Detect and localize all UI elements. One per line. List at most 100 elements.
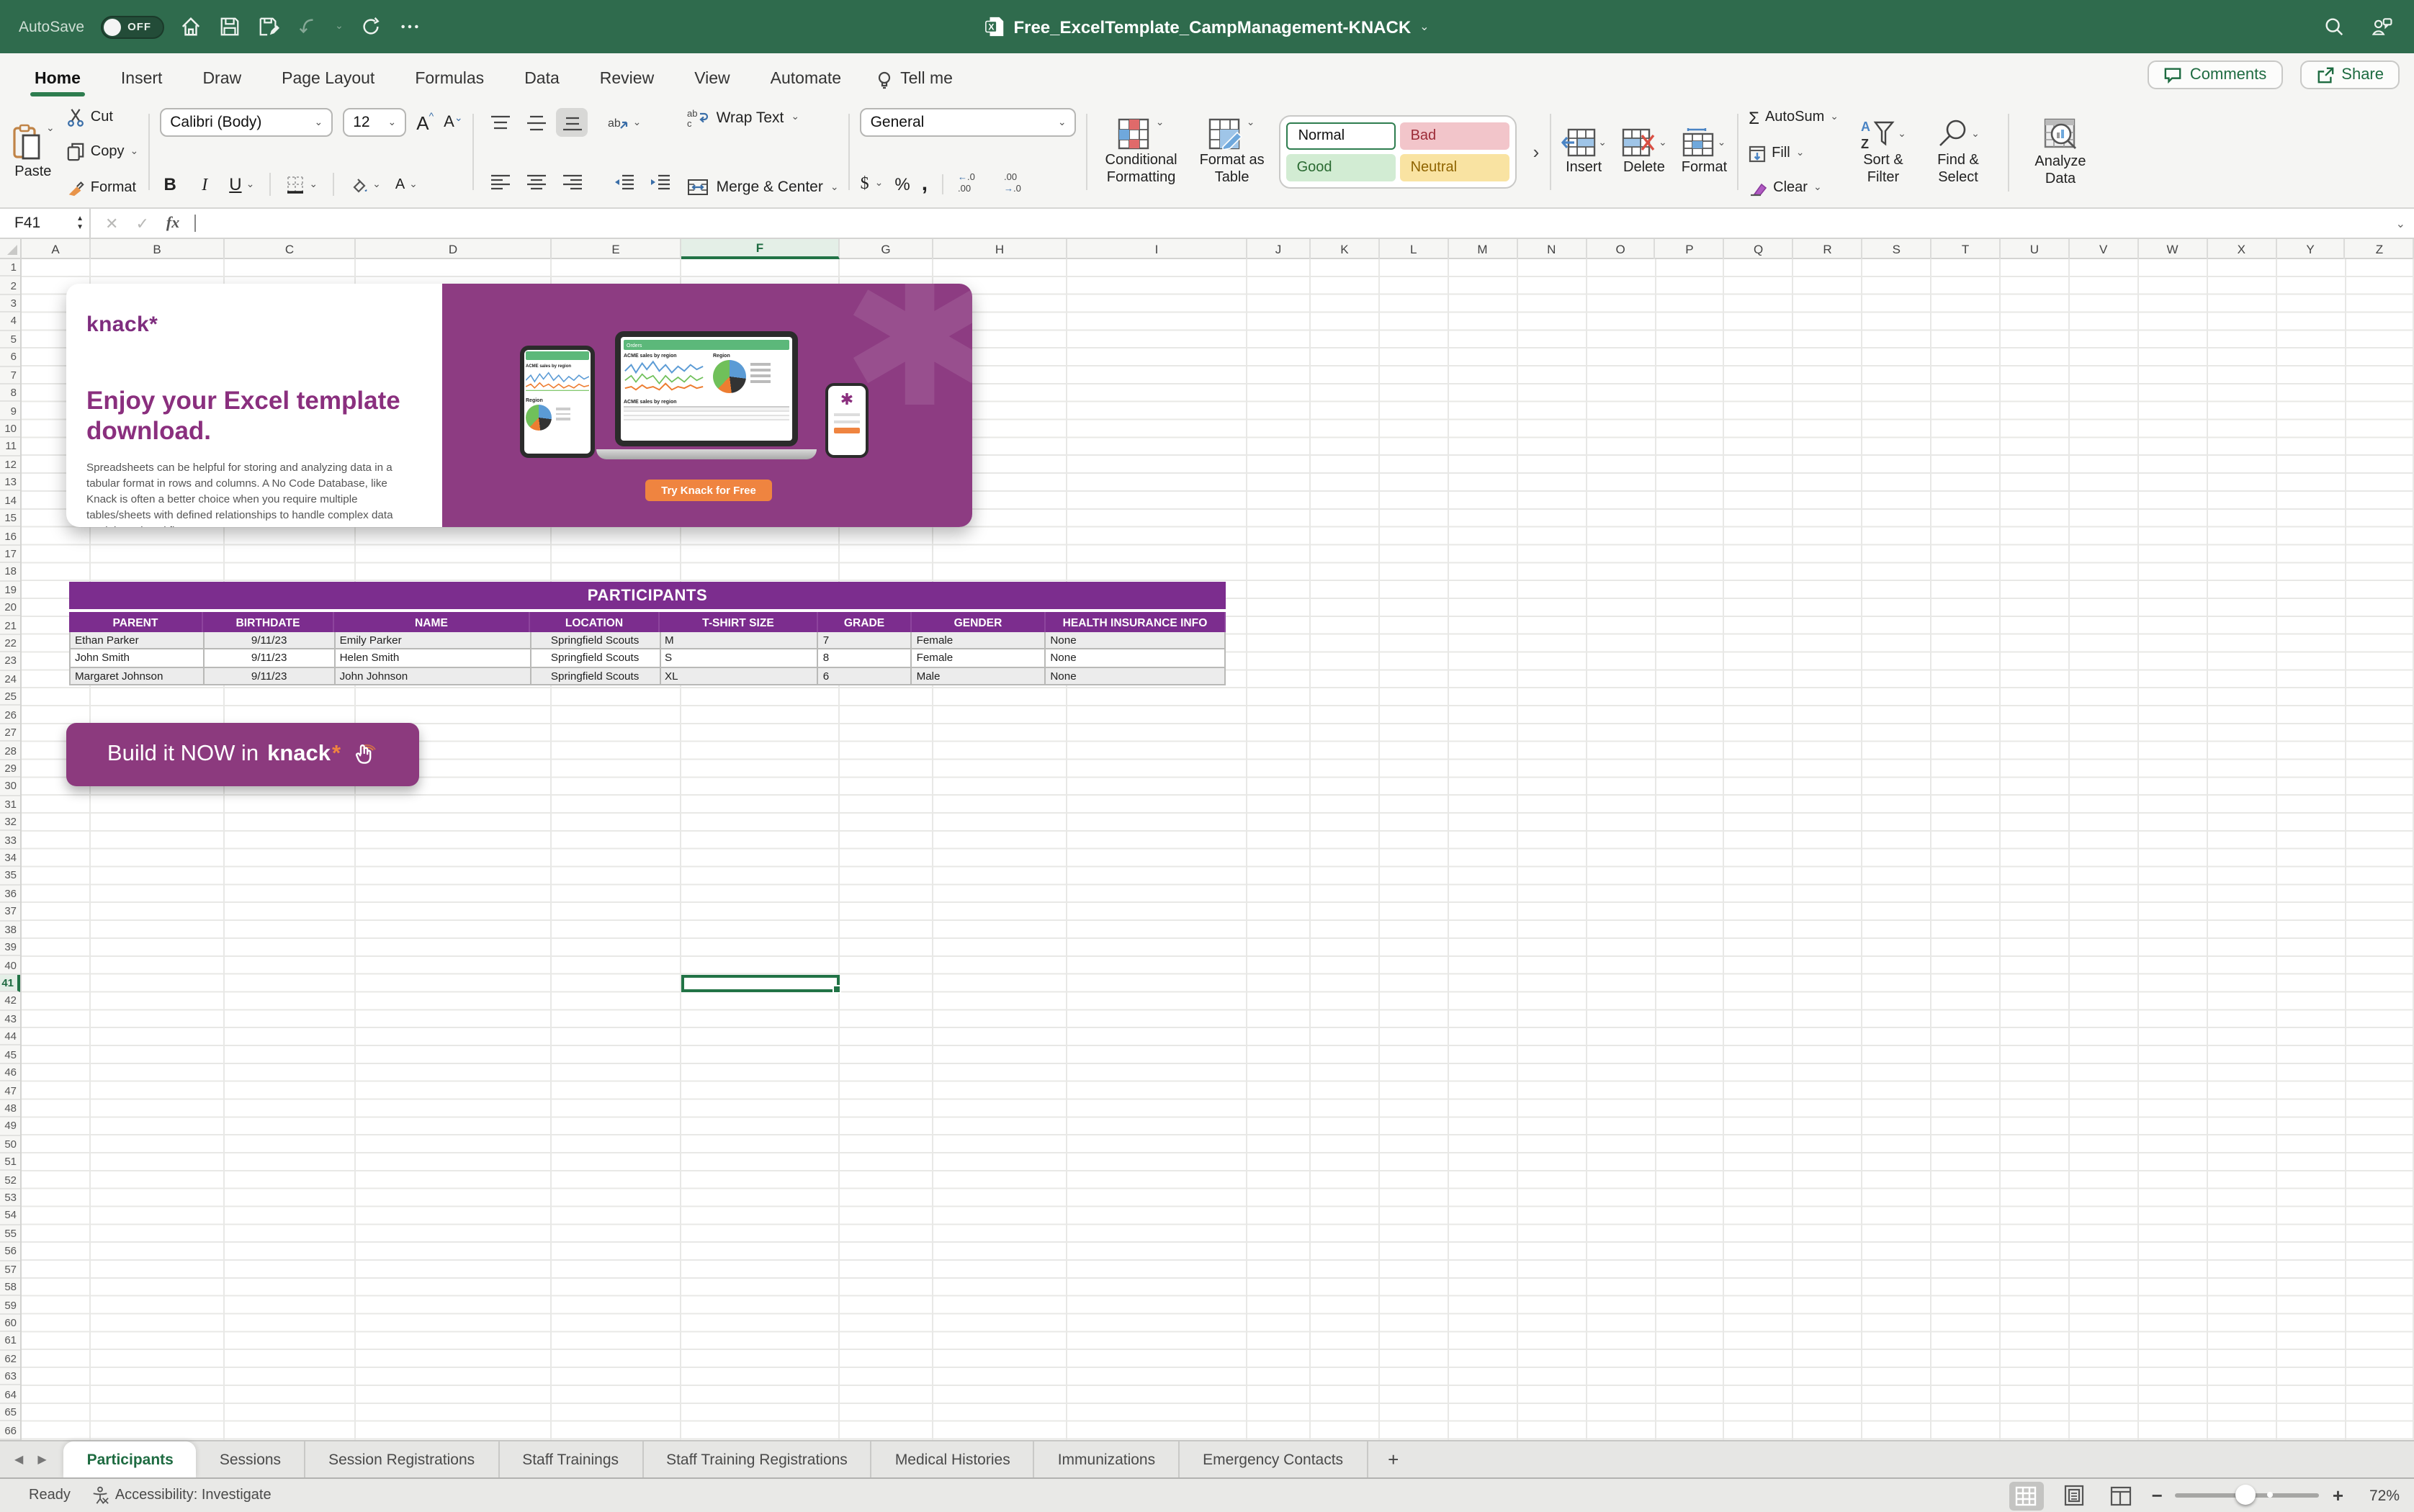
table-cell[interactable]: Helen Smith bbox=[336, 650, 531, 667]
row-header-8[interactable]: 8 bbox=[0, 384, 20, 402]
table-cell[interactable]: 6 bbox=[819, 667, 912, 684]
row-header-33[interactable]: 33 bbox=[0, 832, 20, 850]
row-header-44[interactable]: 44 bbox=[0, 1028, 20, 1046]
tab-draw[interactable]: Draw bbox=[201, 60, 243, 101]
sheet-tab-staff-trainings[interactable]: Staff Trainings bbox=[499, 1441, 643, 1477]
row-header-16[interactable]: 16 bbox=[0, 528, 20, 546]
row-header-10[interactable]: 10 bbox=[0, 420, 20, 438]
cancel-icon[interactable]: ✕ bbox=[105, 214, 118, 233]
save-as-icon[interactable] bbox=[257, 15, 280, 38]
sheet-area[interactable]: ABCDEFGHIJKLMNOPQRSTUVWXYZ 1234567891011… bbox=[0, 239, 2414, 1440]
zoom-percentage[interactable]: 72% bbox=[2356, 1487, 2400, 1504]
row-header-7[interactable]: 7 bbox=[0, 366, 20, 384]
style-normal[interactable]: Normal bbox=[1287, 122, 1396, 150]
row-header-12[interactable]: 12 bbox=[0, 456, 20, 474]
row-header-38[interactable]: 38 bbox=[0, 921, 20, 939]
undo-chevron-icon[interactable]: ⌄ bbox=[335, 22, 344, 32]
row-header-66[interactable]: 66 bbox=[0, 1422, 20, 1440]
wrap-text-button[interactable]: abc Wrap Text⌄ bbox=[688, 108, 839, 127]
table-cell[interactable]: Male bbox=[912, 667, 1046, 684]
conditional-formatting-button[interactable]: ⌄ Conditional Formatting bbox=[1098, 118, 1185, 186]
style-neutral[interactable]: Neutral bbox=[1401, 154, 1510, 181]
tab-home[interactable]: Home bbox=[33, 60, 82, 101]
table-cell[interactable]: None bbox=[1046, 632, 1226, 649]
decrease-indent-button[interactable] bbox=[609, 167, 640, 196]
row-header-61[interactable]: 61 bbox=[0, 1332, 20, 1350]
row-header-23[interactable]: 23 bbox=[0, 652, 20, 670]
row-header-53[interactable]: 53 bbox=[0, 1189, 20, 1207]
align-bottom-button[interactable] bbox=[557, 108, 588, 137]
table-cell[interactable]: None bbox=[1046, 650, 1226, 667]
row-header-13[interactable]: 13 bbox=[0, 474, 20, 492]
column-header-F[interactable]: F bbox=[681, 239, 840, 259]
sheet-tab-staff-training-registrations[interactable]: Staff Training Registrations bbox=[643, 1441, 872, 1477]
cut-button[interactable]: Cut bbox=[66, 107, 138, 126]
autosum-button[interactable]: ΣAutoSum⌄ bbox=[1749, 107, 1839, 127]
home-icon[interactable] bbox=[179, 15, 202, 38]
insert-cells-button[interactable]: ⌄ Insert bbox=[1561, 128, 1607, 176]
column-header-U[interactable]: U bbox=[2001, 239, 2070, 259]
tab-view[interactable]: View bbox=[693, 60, 731, 101]
row-header-35[interactable]: 35 bbox=[0, 868, 20, 886]
grow-font-button[interactable]: A^ bbox=[416, 112, 434, 133]
row-header-25[interactable]: 25 bbox=[0, 688, 20, 706]
redo-icon[interactable] bbox=[359, 15, 382, 38]
zoom-slider[interactable] bbox=[2176, 1493, 2320, 1498]
table-cell[interactable]: John Smith bbox=[71, 650, 205, 667]
column-header-C[interactable]: C bbox=[225, 239, 356, 259]
column-header-N[interactable]: N bbox=[1517, 239, 1587, 259]
sheet-tab-medical-histories[interactable]: Medical Histories bbox=[872, 1441, 1035, 1477]
sheet-tab-participants[interactable]: Participants bbox=[64, 1441, 197, 1477]
sheet-tab-session-registrations[interactable]: Session Registrations bbox=[305, 1441, 499, 1477]
row-header-47[interactable]: 47 bbox=[0, 1082, 20, 1100]
prev-sheet-icon[interactable]: ◀ bbox=[14, 1453, 23, 1466]
column-header-X[interactable]: X bbox=[2207, 239, 2276, 259]
row-header-15[interactable]: 15 bbox=[0, 510, 20, 528]
column-header-B[interactable]: B bbox=[91, 239, 225, 259]
row-header-2[interactable]: 2 bbox=[0, 277, 20, 295]
column-header-Y[interactable]: Y bbox=[2276, 239, 2346, 259]
zoom-out-button[interactable]: − bbox=[2152, 1485, 2163, 1506]
tab-insert[interactable]: Insert bbox=[120, 60, 164, 101]
knack-banner-image[interactable]: knack* Enjoy your Excel template downloa… bbox=[66, 284, 972, 527]
column-header-A[interactable]: A bbox=[22, 239, 91, 259]
row-header-50[interactable]: 50 bbox=[0, 1135, 20, 1153]
borders-button[interactable]: ⌄ bbox=[284, 174, 318, 194]
table-cell[interactable]: John Johnson bbox=[336, 667, 531, 684]
row-header-49[interactable]: 49 bbox=[0, 1117, 20, 1135]
table-cell[interactable]: 7 bbox=[819, 632, 912, 649]
row-header-19[interactable]: 19 bbox=[0, 581, 20, 599]
format-painter-button[interactable]: Format bbox=[66, 178, 138, 197]
table-cell[interactable]: M bbox=[660, 632, 819, 649]
font-color-button[interactable]: A⌄ bbox=[395, 176, 418, 192]
clear-button[interactable]: Clear⌄ bbox=[1749, 179, 1839, 197]
row-header-31[interactable]: 31 bbox=[0, 796, 20, 814]
copy-button[interactable]: Copy⌄ bbox=[66, 143, 138, 161]
row-header-34[interactable]: 34 bbox=[0, 850, 20, 868]
zoom-slider-handle[interactable] bbox=[2236, 1485, 2256, 1506]
row-header-20[interactable]: 20 bbox=[0, 599, 20, 617]
row-header-41[interactable]: 41 bbox=[0, 975, 20, 993]
row-header-24[interactable]: 24 bbox=[0, 670, 20, 688]
row-header-58[interactable]: 58 bbox=[0, 1279, 20, 1297]
name-box-spinner[interactable]: ▲▼ bbox=[76, 215, 84, 231]
row-header-9[interactable]: 9 bbox=[0, 402, 20, 420]
style-good[interactable]: Good bbox=[1287, 154, 1396, 181]
table-cell[interactable]: Female bbox=[912, 650, 1046, 667]
zoom-in-button[interactable]: + bbox=[2333, 1485, 2343, 1506]
row-header-30[interactable]: 30 bbox=[0, 778, 20, 796]
row-header-17[interactable]: 17 bbox=[0, 545, 20, 563]
table-cell[interactable]: 9/11/23 bbox=[205, 667, 336, 684]
table-cell[interactable]: Emily Parker bbox=[336, 632, 531, 649]
table-cell[interactable]: Springfield Scouts bbox=[531, 667, 660, 684]
row-header-46[interactable]: 46 bbox=[0, 1064, 20, 1082]
row-header-27[interactable]: 27 bbox=[0, 724, 20, 742]
row-header-54[interactable]: 54 bbox=[0, 1207, 20, 1225]
normal-view-button[interactable] bbox=[2009, 1481, 2044, 1510]
align-middle-button[interactable] bbox=[521, 108, 552, 137]
percent-button[interactable]: % bbox=[894, 174, 910, 194]
styles-gallery-expand-icon[interactable]: › bbox=[1533, 141, 1540, 163]
currency-button[interactable]: $⌄ bbox=[861, 173, 884, 194]
tab-automate[interactable]: Automate bbox=[769, 60, 843, 101]
row-header-42[interactable]: 42 bbox=[0, 992, 20, 1010]
